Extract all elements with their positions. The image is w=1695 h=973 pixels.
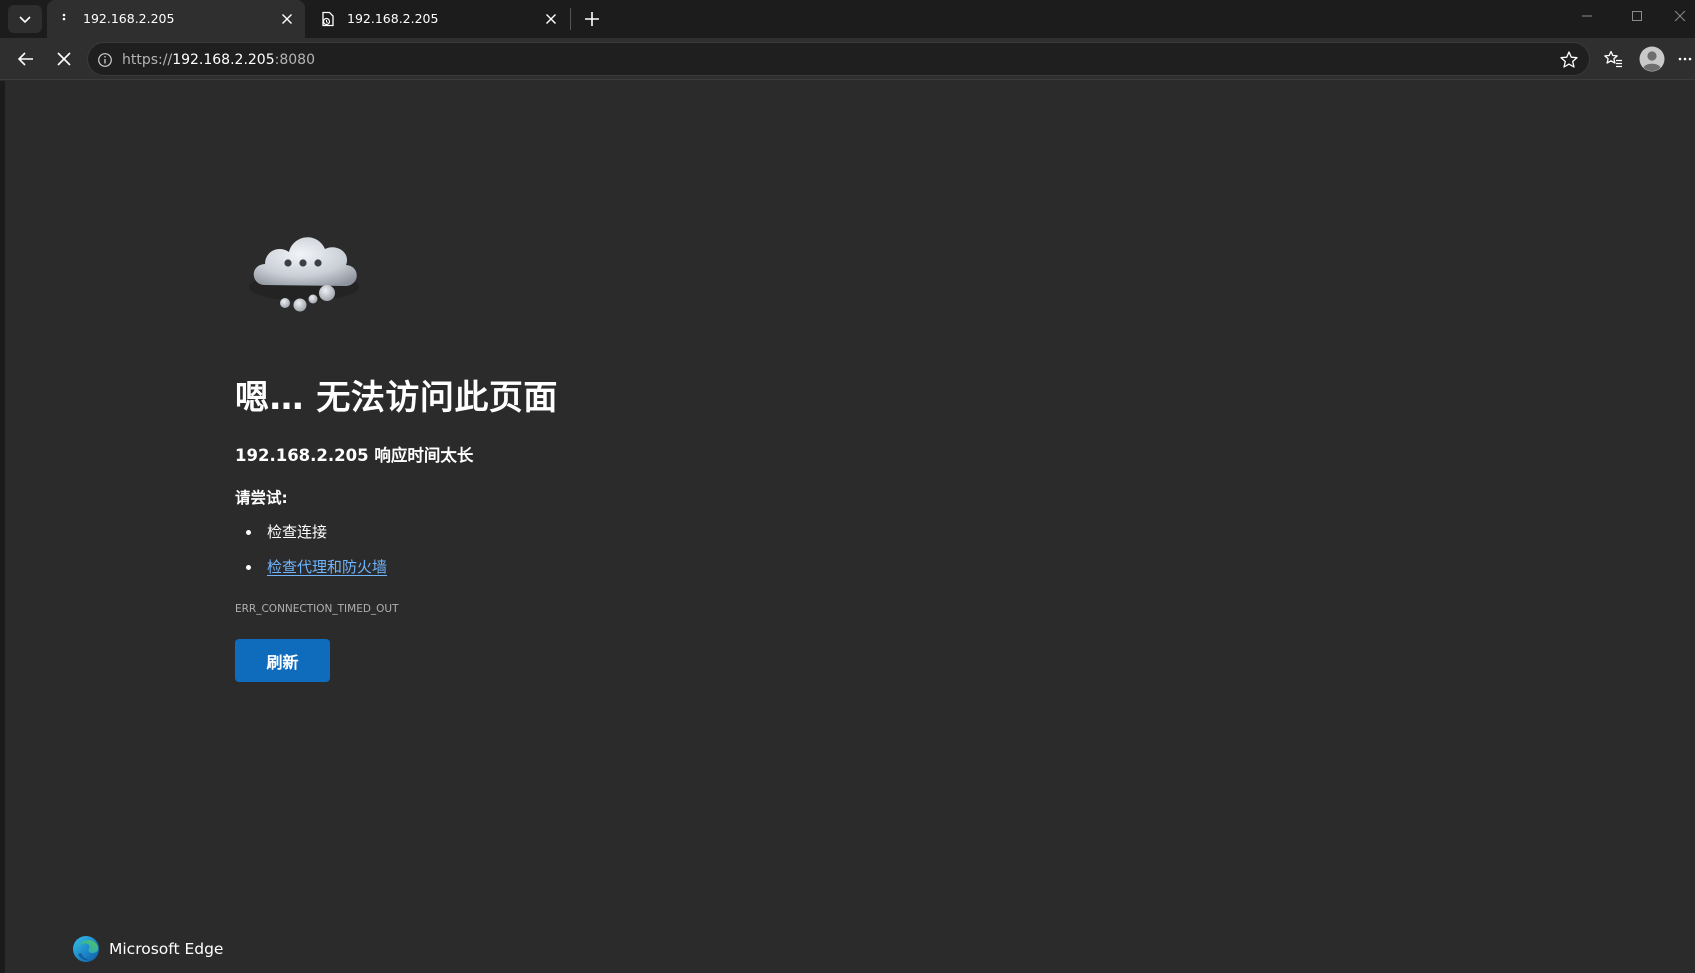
plus-icon — [585, 12, 599, 26]
close-icon — [57, 52, 71, 66]
tab-close-button[interactable] — [541, 9, 561, 29]
tab-actions-button[interactable] — [8, 5, 42, 33]
error-subheading: 192.168.2.205 响应时间太长 — [235, 446, 474, 465]
maximize-icon — [1632, 11, 1642, 21]
stop-loading-button[interactable] — [48, 43, 80, 75]
tab-close-button[interactable] — [277, 9, 297, 29]
suggestion-item: 检查连接 — [235, 520, 387, 555]
minimize-icon — [1582, 15, 1592, 17]
brand-name: Microsoft Edge — [109, 940, 224, 958]
back-button[interactable] — [10, 43, 42, 75]
edge-logo-icon — [73, 936, 99, 962]
tab-active[interactable]: 192.168.2.205 — [47, 0, 305, 38]
close-window-button[interactable] — [1664, 0, 1695, 32]
add-favorite-button[interactable] — [1559, 50, 1579, 70]
browser-window: 192.168.2.205 192.168.2.205 https://192.… — [0, 0, 1695, 973]
toolbar: https://192.168.2.205:8080 — [0, 38, 1695, 80]
minimize-button[interactable] — [1564, 0, 1610, 32]
thinking-cloud-icon — [249, 237, 359, 312]
close-icon — [546, 14, 556, 24]
try-label: 请尝试: — [235, 489, 288, 507]
url-port: :8080 — [274, 52, 315, 68]
edge-branding: Microsoft Edge — [72, 935, 223, 963]
document-error-icon — [320, 11, 336, 27]
tab-title: 192.168.2.205 — [83, 11, 175, 26]
tab-separator — [570, 8, 571, 30]
user-avatar-icon — [1639, 46, 1665, 72]
tab-title: 192.168.2.205 — [347, 11, 439, 26]
error-heading: 嗯… 无法访问此页面 — [235, 378, 558, 418]
refresh-button[interactable]: 刷新 — [235, 639, 330, 682]
suggestion-check-connection: 检查连接 — [267, 523, 328, 541]
suggestion-list: 检查连接 检查代理和防火墙 — [235, 520, 387, 590]
check-proxy-firewall-link[interactable]: 检查代理和防火墙 — [267, 558, 387, 576]
star-icon — [1560, 51, 1578, 68]
error-code: ERR_CONNECTION_TIMED_OUT — [235, 603, 399, 615]
address-bar[interactable]: https://192.168.2.205:8080 — [87, 42, 1590, 76]
profile-button[interactable] — [1636, 43, 1668, 75]
more-button[interactable] — [1674, 43, 1695, 75]
arrow-left-icon — [17, 52, 33, 66]
new-tab-button[interactable] — [578, 5, 606, 33]
suggestion-item: 检查代理和防火墙 — [235, 555, 387, 590]
favorites-button[interactable] — [1597, 43, 1629, 75]
window-left-edge — [0, 81, 5, 973]
info-circle-icon[interactable] — [96, 51, 114, 69]
close-window-icon — [1674, 10, 1685, 22]
more-dots-icon — [1678, 57, 1691, 61]
maximize-button[interactable] — [1614, 0, 1660, 32]
url-host: 192.168.2.205 — [172, 52, 275, 68]
favorites-list-icon — [1604, 50, 1622, 68]
tab-inactive[interactable]: 192.168.2.205 — [311, 0, 569, 38]
chevron-down-icon — [19, 16, 31, 24]
url-scheme: https:// — [122, 52, 173, 68]
tab-strip: 192.168.2.205 192.168.2.205 — [0, 0, 1695, 38]
loading-dots-icon — [56, 11, 72, 27]
close-icon — [282, 14, 292, 24]
address-url[interactable]: https://192.168.2.205:8080 — [122, 52, 315, 68]
